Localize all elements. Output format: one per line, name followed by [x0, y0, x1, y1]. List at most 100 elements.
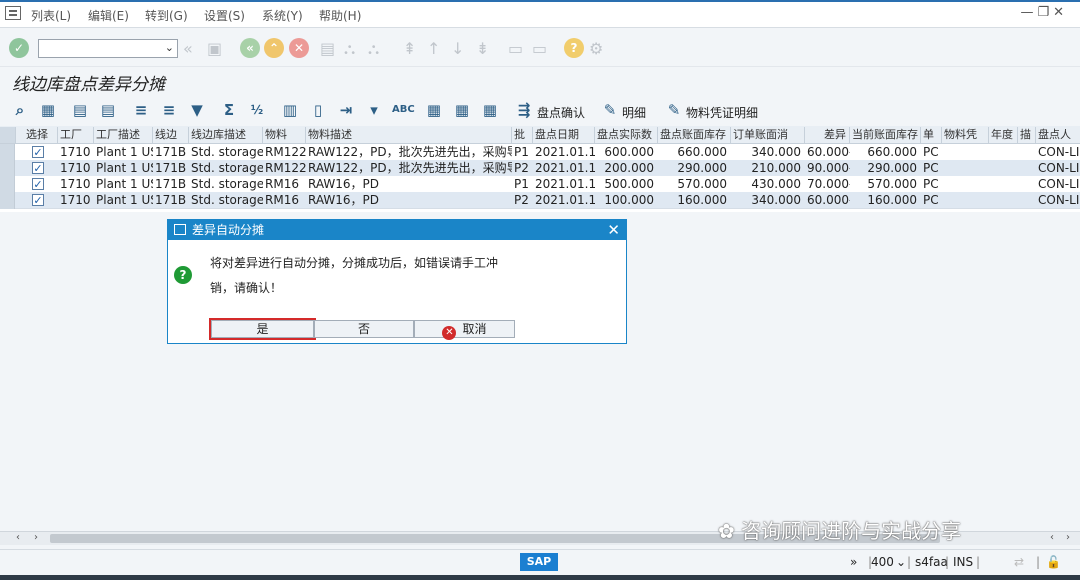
select-checkbox[interactable]: ✓ — [32, 194, 44, 206]
cell-plant-desc[interactable]: Plant 1 US — [94, 144, 153, 160]
cell-plant-desc[interactable]: Plant 1 US — [94, 192, 153, 208]
cell-actual-qty[interactable]: 100.000 — [595, 192, 658, 208]
new-session-icon[interactable]: ▭ — [508, 39, 523, 58]
cell-material[interactable]: RM16 — [263, 192, 306, 208]
select-checkbox[interactable]: ✓ — [32, 146, 44, 158]
deselect-all-icon[interactable]: ▤ — [98, 100, 118, 120]
help-icon[interactable]: ? — [564, 38, 584, 58]
cell-book-stock[interactable]: 660.000 — [658, 144, 731, 160]
col-material-doc[interactable]: 物料凭 — [942, 127, 989, 143]
col-select[interactable]: 选择 — [16, 127, 58, 143]
filter-icon[interactable]: ▼ — [187, 100, 207, 120]
cell-material-doc[interactable] — [942, 176, 989, 192]
cell-material-desc[interactable]: RAW122，PD，批次先进先出，采购导入 — [306, 160, 512, 176]
cell-batch[interactable]: P1 — [512, 144, 533, 160]
no-button[interactable]: 否 — [314, 320, 414, 338]
cell-current-stock[interactable]: 570.000 — [850, 176, 921, 192]
detail-icon[interactable]: ✎ — [600, 100, 620, 120]
double-left-icon[interactable]: « — [183, 39, 193, 58]
find-next-icon[interactable]: ⛬ — [368, 39, 379, 59]
row-selector[interactable] — [0, 176, 15, 193]
first-page-icon[interactable]: ⇞ — [403, 39, 416, 58]
cell-counter[interactable]: CON-LI — [1036, 160, 1080, 176]
back-icon[interactable]: « — [240, 38, 260, 58]
cell-line-side[interactable]: 171B — [153, 144, 189, 160]
menu-system[interactable]: 系统(Y) — [262, 7, 303, 24]
cell-difference[interactable]: 70.000- — [805, 176, 850, 192]
col-desc[interactable]: 描 — [1018, 127, 1036, 143]
subtotal-icon[interactable]: ½ — [247, 100, 267, 120]
select-checkbox[interactable]: ✓ — [32, 162, 44, 174]
sum-icon[interactable]: Σ — [219, 100, 239, 120]
header-row-selector[interactable] — [0, 127, 16, 143]
col-line-side[interactable]: 线边 — [153, 127, 189, 143]
cell-current-stock[interactable]: 290.000 — [850, 160, 921, 176]
cell-actual-qty[interactable]: 200.000 — [595, 160, 658, 176]
table-row[interactable]: ✓ 1710Plant 1 US171BStd. storage 2RM16RAW… — [0, 176, 1080, 193]
status-expand[interactable]: » — [850, 555, 857, 569]
cell-actual-qty[interactable]: 500.000 — [595, 176, 658, 192]
cell-plant-desc[interactable]: Plant 1 US — [94, 176, 153, 192]
col-order-consumption[interactable]: 订单账面消 — [731, 127, 805, 143]
cell-line-side-desc[interactable]: Std. storage 2 — [189, 192, 263, 208]
cell-book-stock[interactable]: 570.000 — [658, 176, 731, 192]
cell-difference[interactable]: 90.000- — [805, 160, 850, 176]
cell-line-side[interactable]: 171B — [153, 160, 189, 176]
cell-current-stock[interactable]: 660.000 — [850, 144, 921, 160]
material-doc-icon[interactable]: ✎ — [664, 100, 684, 120]
confirm-inventory-button[interactable]: 盘点确认 — [537, 104, 585, 121]
select-all-icon[interactable]: ▤ — [70, 100, 90, 120]
col-count-date[interactable]: 盘点日期 — [533, 127, 595, 143]
col-counter[interactable]: 盘点人 — [1036, 127, 1080, 143]
cell-material[interactable]: RM16 — [263, 176, 306, 192]
col-material[interactable]: 物料 — [263, 127, 306, 143]
next-page-icon[interactable]: ↓ — [451, 39, 464, 58]
col-actual-qty[interactable]: 盘点实际数 — [595, 127, 658, 143]
close-icon[interactable]: ✕ — [607, 220, 620, 240]
col-line-side-desc[interactable]: 线边库描述 — [189, 127, 263, 143]
table-row[interactable]: ✓ 1710Plant 1 US171BStd. storage 2RM122RA… — [0, 160, 1080, 177]
shortcut-icon[interactable]: ▭ — [532, 39, 547, 58]
row-selector[interactable] — [0, 192, 15, 209]
cell-count-date[interactable]: 2021.01.11 — [533, 192, 595, 208]
col-plant[interactable]: 工厂 — [58, 127, 94, 143]
row-selector[interactable] — [0, 160, 15, 177]
enter-check-icon[interactable]: ✓ — [9, 38, 29, 58]
cell-count-date[interactable]: 2021.01.11 — [533, 176, 595, 192]
command-field[interactable]: ⌄ — [38, 39, 178, 58]
detail-button[interactable]: 明细 — [622, 104, 646, 121]
cell-material[interactable]: RM122 — [263, 160, 306, 176]
cell-material-doc[interactable] — [942, 144, 989, 160]
cell-book-stock[interactable]: 290.000 — [658, 160, 731, 176]
sort-descending-icon[interactable]: ≡ — [159, 100, 179, 120]
yes-button[interactable]: 是 — [209, 318, 316, 340]
cell-year[interactable] — [989, 192, 1018, 208]
chevron-down-icon[interactable]: ⌄ — [165, 41, 174, 54]
cell-line-side-desc[interactable]: Std. storage 2 — [189, 160, 263, 176]
cell-material-doc[interactable] — [942, 192, 989, 208]
col-plant-desc[interactable]: 工厂描述 — [94, 127, 153, 143]
cell-difference[interactable]: 60.000- — [805, 192, 850, 208]
layout-icon[interactable]: ▦ — [424, 100, 444, 120]
col-year[interactable]: 年度 — [989, 127, 1018, 143]
cell-unit[interactable]: PC — [921, 176, 942, 192]
cell-counter[interactable]: CON-LI — [1036, 192, 1080, 208]
confirm-inventory-icon[interactable]: ⇶ — [514, 100, 534, 120]
cell-current-stock[interactable]: 160.000 — [850, 192, 921, 208]
cell-batch[interactable]: P1 — [512, 176, 533, 192]
cell-counter[interactable]: CON-LI — [1036, 176, 1080, 192]
export-icon[interactable]: ▥ — [280, 100, 300, 120]
scroll-left-step-icon[interactable]: › — [34, 532, 38, 543]
cell-line-side[interactable]: 171B — [153, 192, 189, 208]
menu-list[interactable]: 列表(L) — [31, 7, 71, 24]
cell-year[interactable] — [989, 176, 1018, 192]
sap-menu-icon[interactable] — [5, 6, 21, 20]
cell-line-side-desc[interactable]: Std. storage 2 — [189, 176, 263, 192]
cell-order-consumption[interactable]: 340.000 — [731, 192, 805, 208]
cell-plant-desc[interactable]: Plant 1 US — [94, 160, 153, 176]
menu-goto[interactable]: 转到(G) — [145, 7, 188, 24]
cell-plant[interactable]: 1710 — [58, 176, 94, 192]
print-preview-icon[interactable]: ▯ — [308, 100, 328, 120]
last-page-icon[interactable]: ⇟ — [476, 39, 489, 58]
change-layout-icon[interactable]: ▦ — [452, 100, 472, 120]
